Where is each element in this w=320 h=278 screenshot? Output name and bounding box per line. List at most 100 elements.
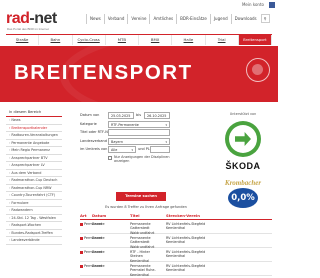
tab-cyclo-cross[interactable]: Cyclo-Cross <box>73 35 106 45</box>
cell-titel[interactable]: Permanente Gatterstedt Waldrundfahrt <box>130 236 160 249</box>
sponsor-label: Unterstützt von <box>229 112 257 116</box>
search-dates-button[interactable]: Termine suchen <box>116 192 166 201</box>
nav-item-jugend[interactable]: Jugend <box>209 14 231 24</box>
sidebar-item-label: Radwandern <box>11 208 33 212</box>
tab-strasse[interactable]: Straße <box>6 35 40 45</box>
date-from-input[interactable]: 25.03.2025 <box>108 112 134 119</box>
tab-halle[interactable]: Halle <box>172 35 206 45</box>
nav-item-verband[interactable]: Verband <box>103 14 128 24</box>
lv-select[interactable]: Bayern ▾ <box>108 137 170 145</box>
cell-datum: Dauer <box>92 222 103 226</box>
sidebar-item-label: Mein Regio Permanenz <box>11 148 50 152</box>
sidebar-item[interactable]: ›24-Std. 12 Tag - Westfalen <box>6 215 62 222</box>
sidebar-item-label: Breitensportkalender <box>11 125 48 130</box>
badge-icon <box>246 58 270 82</box>
table-row[interactable]: Permanente Dauer Permanente Premstel Ruhe-… <box>80 262 272 277</box>
sidebar-item[interactable]: ›Country-Tourenfahrt (CTF) <box>6 192 62 200</box>
chevron-down-icon: ▾ <box>165 139 167 144</box>
nav-item-vereine[interactable]: Vereine <box>127 14 149 24</box>
tab-trial[interactable]: Trial <box>206 35 239 45</box>
flag-icon <box>80 264 83 268</box>
site-logo[interactable]: rad-net Das Portal des BDR im Internet <box>6 10 57 31</box>
tab-mtb[interactable]: MTB <box>106 35 139 45</box>
col-verein[interactable]: Strecken-Verein <box>166 213 200 218</box>
sidebar-item-label: Radmarathon-Cup Deutsch <box>11 178 58 182</box>
skoda-logo-icon[interactable] <box>225 121 261 157</box>
nav-item-news[interactable]: News <box>86 14 104 24</box>
results-table: Art Datum Titel Strecken-Verein Permanen… <box>80 212 272 277</box>
skoda-brand: ŠKODA <box>225 161 261 171</box>
sidebar-item-label: Country-Tourenfahrt (CTF) <box>11 193 56 197</box>
cell-titel[interactable]: Permanente Premstel Ruhe-Kemlenthal <box>130 264 160 277</box>
banner-title: BREITENSPORT <box>14 61 193 84</box>
tab-bahn[interactable]: Bahn <box>39 35 73 45</box>
discipline-tabs: Straße Bahn Cyclo-Cross MTB BMX Halle Tr… <box>6 34 272 45</box>
sidebar-item[interactable]: ›Radwandern <box>6 207 62 215</box>
col-titel[interactable]: Titel <box>130 213 140 218</box>
cell-titel[interactable]: RTF - Hinter Steinen Kemlenthal <box>130 250 160 263</box>
table-row[interactable]: Permanente Dauer Permanente Gatterstedt Wa… <box>80 220 272 235</box>
sidebar-item-label: Ansprechpartner BTV <box>11 155 48 160</box>
flag-icon <box>80 236 83 240</box>
krombacher-zero: 0,0% <box>228 188 258 208</box>
sidebar-item[interactable]: ›Radmarathon-Cup NRW <box>6 185 62 192</box>
table-row[interactable]: Permanente Dauer RTF - Hinter Steinen Keml… <box>80 248 272 263</box>
plz-input[interactable] <box>150 146 170 153</box>
krombacher-logo[interactable]: Krombacher 0,0% <box>223 179 263 213</box>
nav-item-amtliches[interactable]: Amtliches <box>149 14 176 24</box>
sidebar-item-label: Radmarathon-Cup NRW <box>11 185 52 190</box>
sidebar-item[interactable]: ›Ansprechpartner BTV <box>6 155 62 162</box>
logo-main: rad <box>6 10 30 27</box>
nav-item-bdr-einsaetze[interactable]: BDR-Einsätze <box>176 14 210 24</box>
sidebar-item[interactable]: ›Formulare <box>6 200 62 207</box>
date-to-label: bis <box>136 113 142 117</box>
cell-verein: RV Lichtenfels-Stegfeld Kemlenthal <box>166 236 206 245</box>
category-select[interactable]: RTF-Permanente ▾ <box>108 120 170 128</box>
facebook-icon[interactable] <box>269 2 275 8</box>
sidebar-item[interactable]: ›Landesverbände <box>6 237 62 245</box>
col-art[interactable]: Art <box>80 213 87 218</box>
sidebar-item-label: Landesverbände <box>11 238 40 242</box>
sidebar-item-label: News <box>11 118 21 122</box>
tab-breitensport[interactable]: Breitensport <box>238 35 272 45</box>
col-datum[interactable]: Datum <box>92 213 106 218</box>
logo-accent: -net <box>29 10 57 27</box>
sidebar-item[interactable]: ›Breitensportkalender <box>6 125 62 132</box>
sidebar-item[interactable]: ›Mein Regio Permanenz <box>6 147 62 155</box>
radius-label: im Umkreis von <box>80 147 108 151</box>
sidebar-item[interactable]: ›Ansprechpartner LV <box>6 162 62 170</box>
cell-datum: Dauer <box>92 236 103 240</box>
sidebar-item-label: Radsport-Wochen <box>11 223 42 227</box>
cell-verein: RV Lichtenfels-Stegfeld Kemlenthal <box>166 250 206 259</box>
search-form: Datum von 25.03.2025 bis 26.10.2025 Kate… <box>80 112 205 169</box>
date-to-input[interactable]: 26.10.2025 <box>144 112 170 119</box>
sidebar-item[interactable]: ›Radmarathon-Cup Deutsch <box>6 177 62 185</box>
sponsor-panel: Unterstützt von ŠKODA Krombacher 0,0% <box>215 112 271 213</box>
account-link[interactable]: Mein konto <box>242 2 264 7</box>
sidebar-item[interactable]: ›Radtouren-Veranstaltungen <box>6 132 62 140</box>
disciplines-checkbox[interactable] <box>108 155 112 160</box>
radius-select[interactable]: Alle ▾ <box>108 146 136 153</box>
date-from-label: Datum von <box>80 113 100 117</box>
search-icon[interactable]: ⚲ <box>260 14 270 23</box>
flag-icon <box>80 250 83 254</box>
sidebar-item-label: Aus dem Verband <box>11 170 42 175</box>
sidebar-item[interactable]: ›Permanente Angebote <box>6 140 62 147</box>
cell-titel[interactable]: Permanente Gatterstedt Waldrundfahrt <box>130 222 160 235</box>
sidebar-item[interactable]: ›Bundes-Radsport-Treffen <box>6 230 62 237</box>
checkbox-label: Nur Anzeigungen der Disziplinen anzeigen <box>114 154 170 164</box>
tab-bmx[interactable]: BMX <box>139 35 173 45</box>
sidebar-item[interactable]: ›Aus dem Verband <box>6 170 62 177</box>
title-input[interactable] <box>108 129 170 136</box>
main-navigation: News Verband Vereine Amtliches BDR-Einsä… <box>86 14 270 24</box>
logo-subtitle: Das Portal des BDR im Internet <box>7 27 49 31</box>
krombacher-brand: Krombacher <box>224 179 262 187</box>
sidebar-item[interactable]: ›News <box>6 117 62 125</box>
lv-value: Bayern <box>111 139 123 144</box>
chevron-down-icon: ▾ <box>131 148 133 152</box>
table-row[interactable]: Permanente Dauer Permanente Gatterstedt Wa… <box>80 234 272 249</box>
sidebar-item[interactable]: ›Radsport-Wochen <box>6 222 62 230</box>
nav-item-downloads[interactable]: Downloads <box>230 14 260 24</box>
cell-verein: RV Lichtenfels-Stegfeld Kemlenthal <box>166 222 206 231</box>
category-value: RTF-Permanente <box>111 122 139 127</box>
